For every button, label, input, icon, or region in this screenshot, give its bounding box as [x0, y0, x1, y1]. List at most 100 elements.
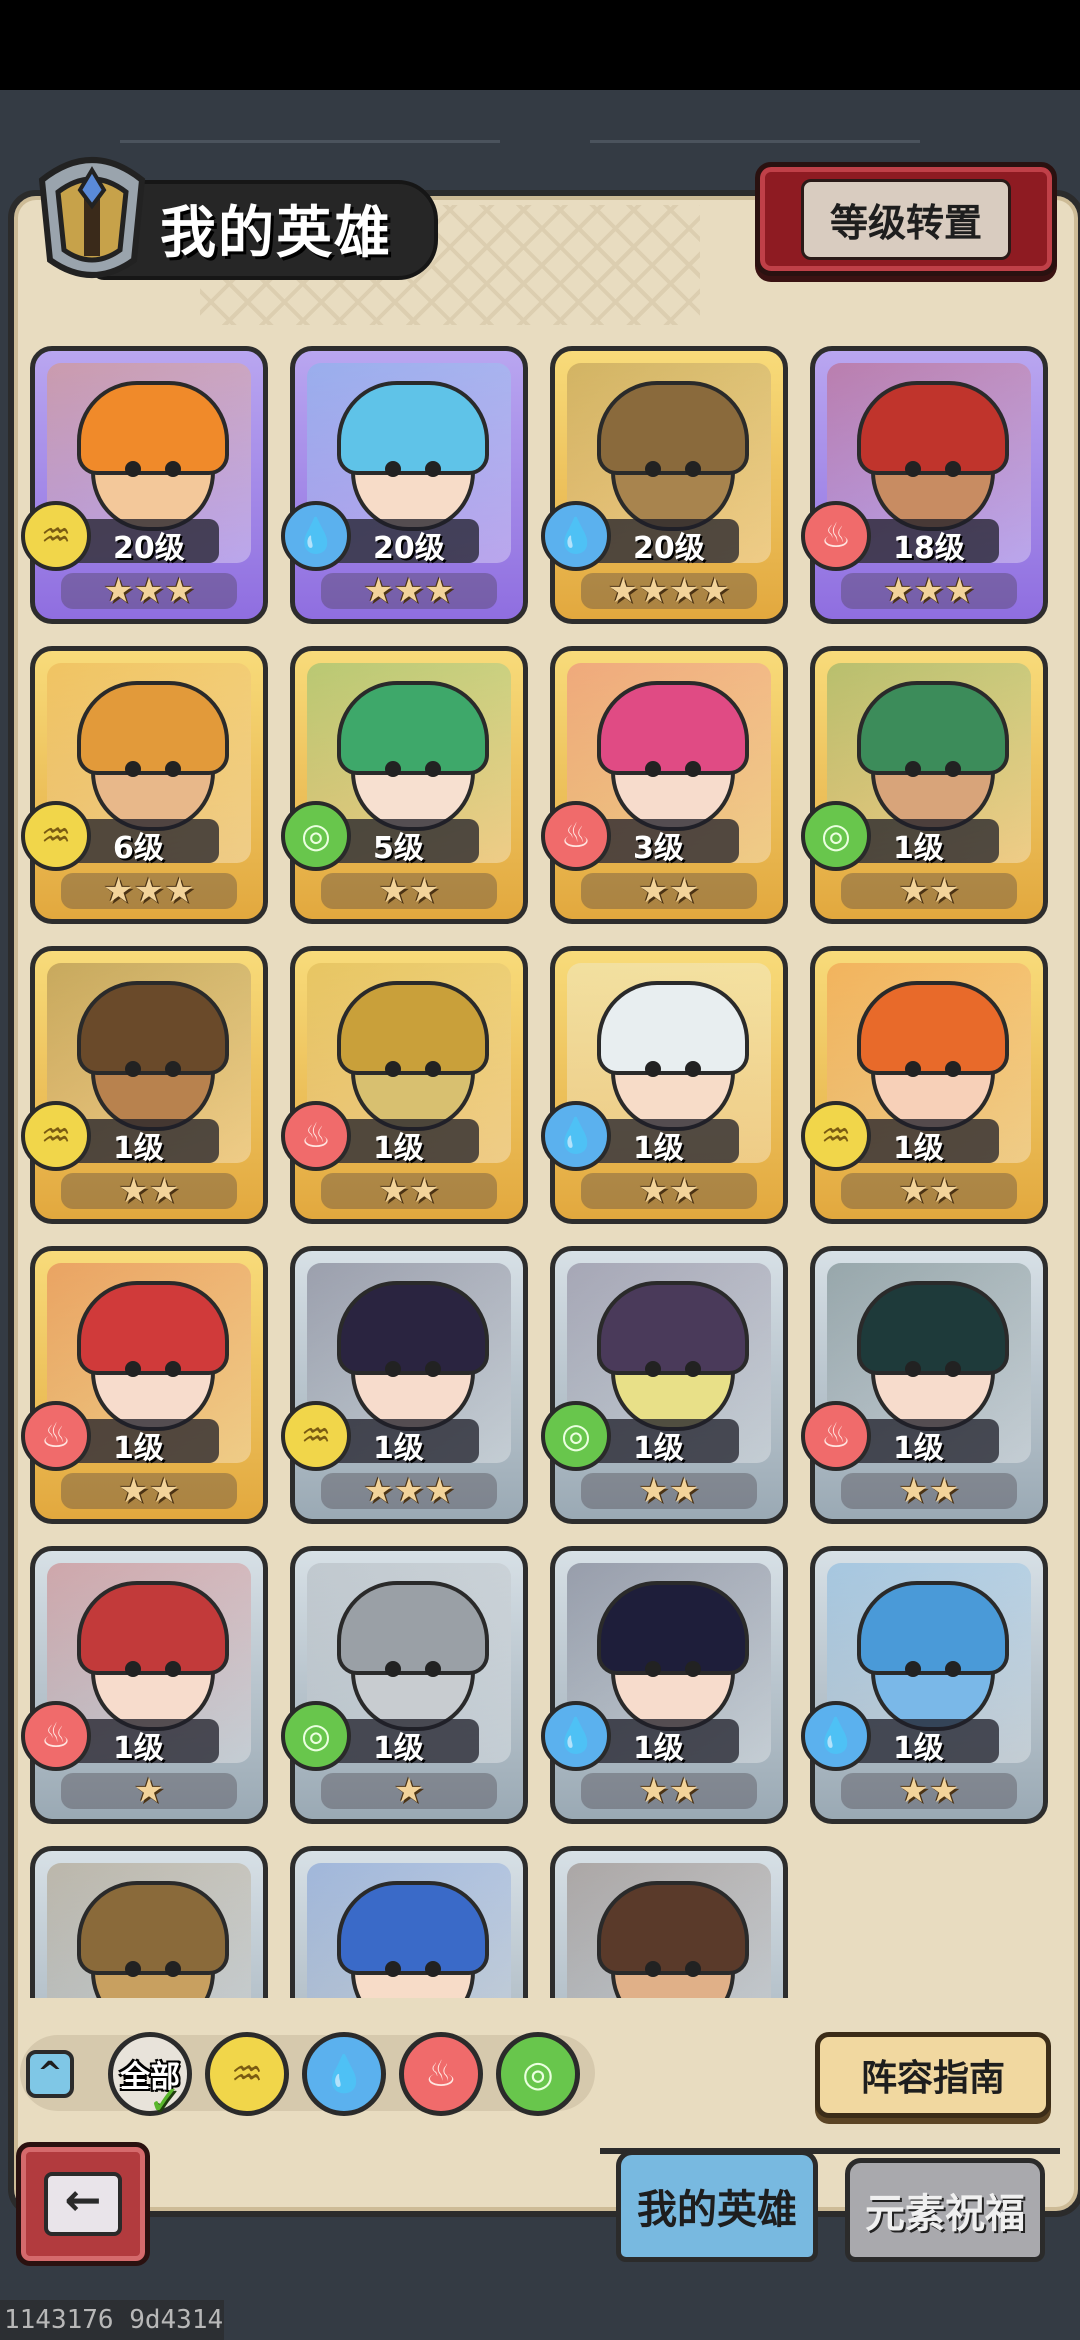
- hero-card[interactable]: 1级 ◎ ★★: [801, 646, 1048, 924]
- hero-eye: [425, 1961, 441, 1977]
- hero-hair: [77, 1581, 229, 1675]
- hero-stars: ★★: [321, 1173, 497, 1209]
- hero-eye: [905, 1361, 921, 1377]
- hero-card[interactable]: [30, 1846, 268, 1998]
- hero-eye: [165, 1361, 181, 1377]
- hero-stars: ★: [61, 1773, 237, 1809]
- hero-stars: ★★: [841, 1473, 1017, 1509]
- hero-eye: [945, 1361, 961, 1377]
- hero-hair: [337, 681, 489, 775]
- hero-card[interactable]: 1级 ◎ ★: [281, 1546, 528, 1824]
- hero-card[interactable]: 1级 ♨ ★★: [21, 1246, 268, 1524]
- tab-element-blessing[interactable]: 元素祝福: [845, 2158, 1045, 2262]
- hero-grid: 20级 ♒ ★★★ 20级 💧 ★★★ 20级 💧 ★★★★ 18级 ♨ ★★★ 6级 ♒ ★★★ 5级 ◎ ★★…: [20, 340, 1060, 1998]
- hero-eye: [945, 1661, 961, 1677]
- hero-eye: [645, 461, 661, 477]
- hero-card[interactable]: 1级 💧 ★★: [541, 1546, 788, 1824]
- fire-filter-icon[interactable]: ♨: [399, 2032, 483, 2116]
- fire-element-icon: ♨: [801, 1401, 871, 1471]
- water-element-icon: 💧: [541, 1701, 611, 1771]
- decor-line: [590, 140, 920, 143]
- hero-eye: [905, 1061, 921, 1077]
- level-transfer-label: 等级转置: [800, 178, 1011, 260]
- water-element-icon: 💧: [541, 1101, 611, 1171]
- hero-hair: [857, 1281, 1009, 1375]
- hero-eye: [685, 761, 701, 777]
- hero-stars: ★★: [841, 1773, 1017, 1809]
- hero-level: 1级: [633, 1731, 684, 1766]
- hero-hair: [77, 1281, 229, 1375]
- hero-eye: [905, 461, 921, 477]
- hero-card[interactable]: 6级 ♒ ★★★: [21, 646, 268, 924]
- hero-level: 1级: [893, 831, 944, 866]
- hero-level: 1级: [633, 1131, 684, 1166]
- back-arrow-icon: ←: [44, 2172, 122, 2236]
- hero-eye: [385, 1661, 401, 1677]
- level-transfer-button[interactable]: 等级转置: [755, 162, 1057, 276]
- hero-hair: [597, 1281, 749, 1375]
- hero-eye: [425, 1661, 441, 1677]
- hero-card[interactable]: 3级 ♨ ★★: [541, 646, 788, 924]
- hero-card[interactable]: 1级 ♒ ★★: [801, 946, 1048, 1224]
- hero-hair: [337, 1881, 489, 1975]
- hero-card[interactable]: 1级 💧 ★★: [541, 946, 788, 1224]
- wind-filter-icon[interactable]: ◎: [496, 2032, 580, 2116]
- hero-hair: [337, 1581, 489, 1675]
- tab-my-heroes[interactable]: 我的英雄: [616, 2150, 818, 2262]
- hero-card[interactable]: 18级 ♨ ★★★: [801, 346, 1048, 624]
- back-button[interactable]: ←: [16, 2142, 150, 2266]
- lineup-guide-button[interactable]: 阵容指南: [815, 2032, 1051, 2118]
- hero-card[interactable]: 20级 ♒ ★★★: [21, 346, 268, 624]
- hero-stars: ★★: [581, 1473, 757, 1509]
- hero-card[interactable]: 1级 ♒ ★★★: [281, 1246, 528, 1524]
- hero-level: 3级: [633, 831, 684, 866]
- hero-level: 20级: [633, 531, 705, 566]
- wind-element-icon: ◎: [541, 1401, 611, 1471]
- hero-level: 1级: [373, 1431, 424, 1466]
- hero-portrait: [47, 1863, 251, 1998]
- hero-card[interactable]: [550, 1846, 788, 1998]
- hero-level: 1级: [893, 1131, 944, 1166]
- hero-card[interactable]: 1级 ♨ ★★: [281, 946, 528, 1224]
- fire-element-icon: ♨: [541, 801, 611, 871]
- hero-card[interactable]: [290, 1846, 528, 1998]
- hero-card[interactable]: 20级 💧 ★★★★: [541, 346, 788, 624]
- hero-hair: [337, 381, 489, 475]
- fire-element-icon: ♨: [801, 501, 871, 571]
- hero-hair: [597, 381, 749, 475]
- hero-hair: [597, 981, 749, 1075]
- hero-hair: [597, 681, 749, 775]
- hero-eye: [945, 761, 961, 777]
- hero-stars: ★: [321, 1773, 497, 1809]
- hero-eye: [385, 461, 401, 477]
- hero-card[interactable]: 1级 ♨ ★: [21, 1546, 268, 1824]
- hero-eye: [945, 1061, 961, 1077]
- hero-card[interactable]: 20级 💧 ★★★: [281, 346, 528, 624]
- water-element-icon: 💧: [801, 1701, 871, 1771]
- hero-stars: ★★★: [321, 1473, 497, 1509]
- hero-eye: [685, 1061, 701, 1077]
- hero-eye: [125, 1061, 141, 1077]
- hero-portrait: [567, 1863, 771, 1998]
- hero-hair: [77, 681, 229, 775]
- wind-element-icon: ◎: [281, 1701, 351, 1771]
- hero-card[interactable]: 1级 ♒ ★★: [21, 946, 268, 1224]
- hero-card[interactable]: 1级 ♨ ★★: [801, 1246, 1048, 1524]
- hero-eye: [165, 1961, 181, 1977]
- hero-card[interactable]: 1级 ◎ ★★: [541, 1246, 788, 1524]
- hero-stars: ★★★: [841, 573, 1017, 609]
- hero-hair: [77, 1881, 229, 1975]
- helmet-icon: [38, 157, 146, 278]
- collapse-button[interactable]: ^: [26, 2050, 74, 2098]
- hero-card[interactable]: 5级 ◎ ★★: [281, 646, 528, 924]
- fire-element-icon: ♨: [281, 1101, 351, 1171]
- water-element-icon: 💧: [281, 501, 351, 571]
- hero-eye: [425, 1061, 441, 1077]
- earth-filter-icon[interactable]: ♒: [205, 2032, 289, 2116]
- hero-level: 1级: [373, 1131, 424, 1166]
- hero-stars: ★★: [841, 1173, 1017, 1209]
- hero-eye: [165, 1061, 181, 1077]
- water-filter-icon[interactable]: 💧: [302, 2032, 386, 2116]
- hero-card[interactable]: 1级 💧 ★★: [801, 1546, 1048, 1824]
- hero-stars: ★★: [581, 1173, 757, 1209]
